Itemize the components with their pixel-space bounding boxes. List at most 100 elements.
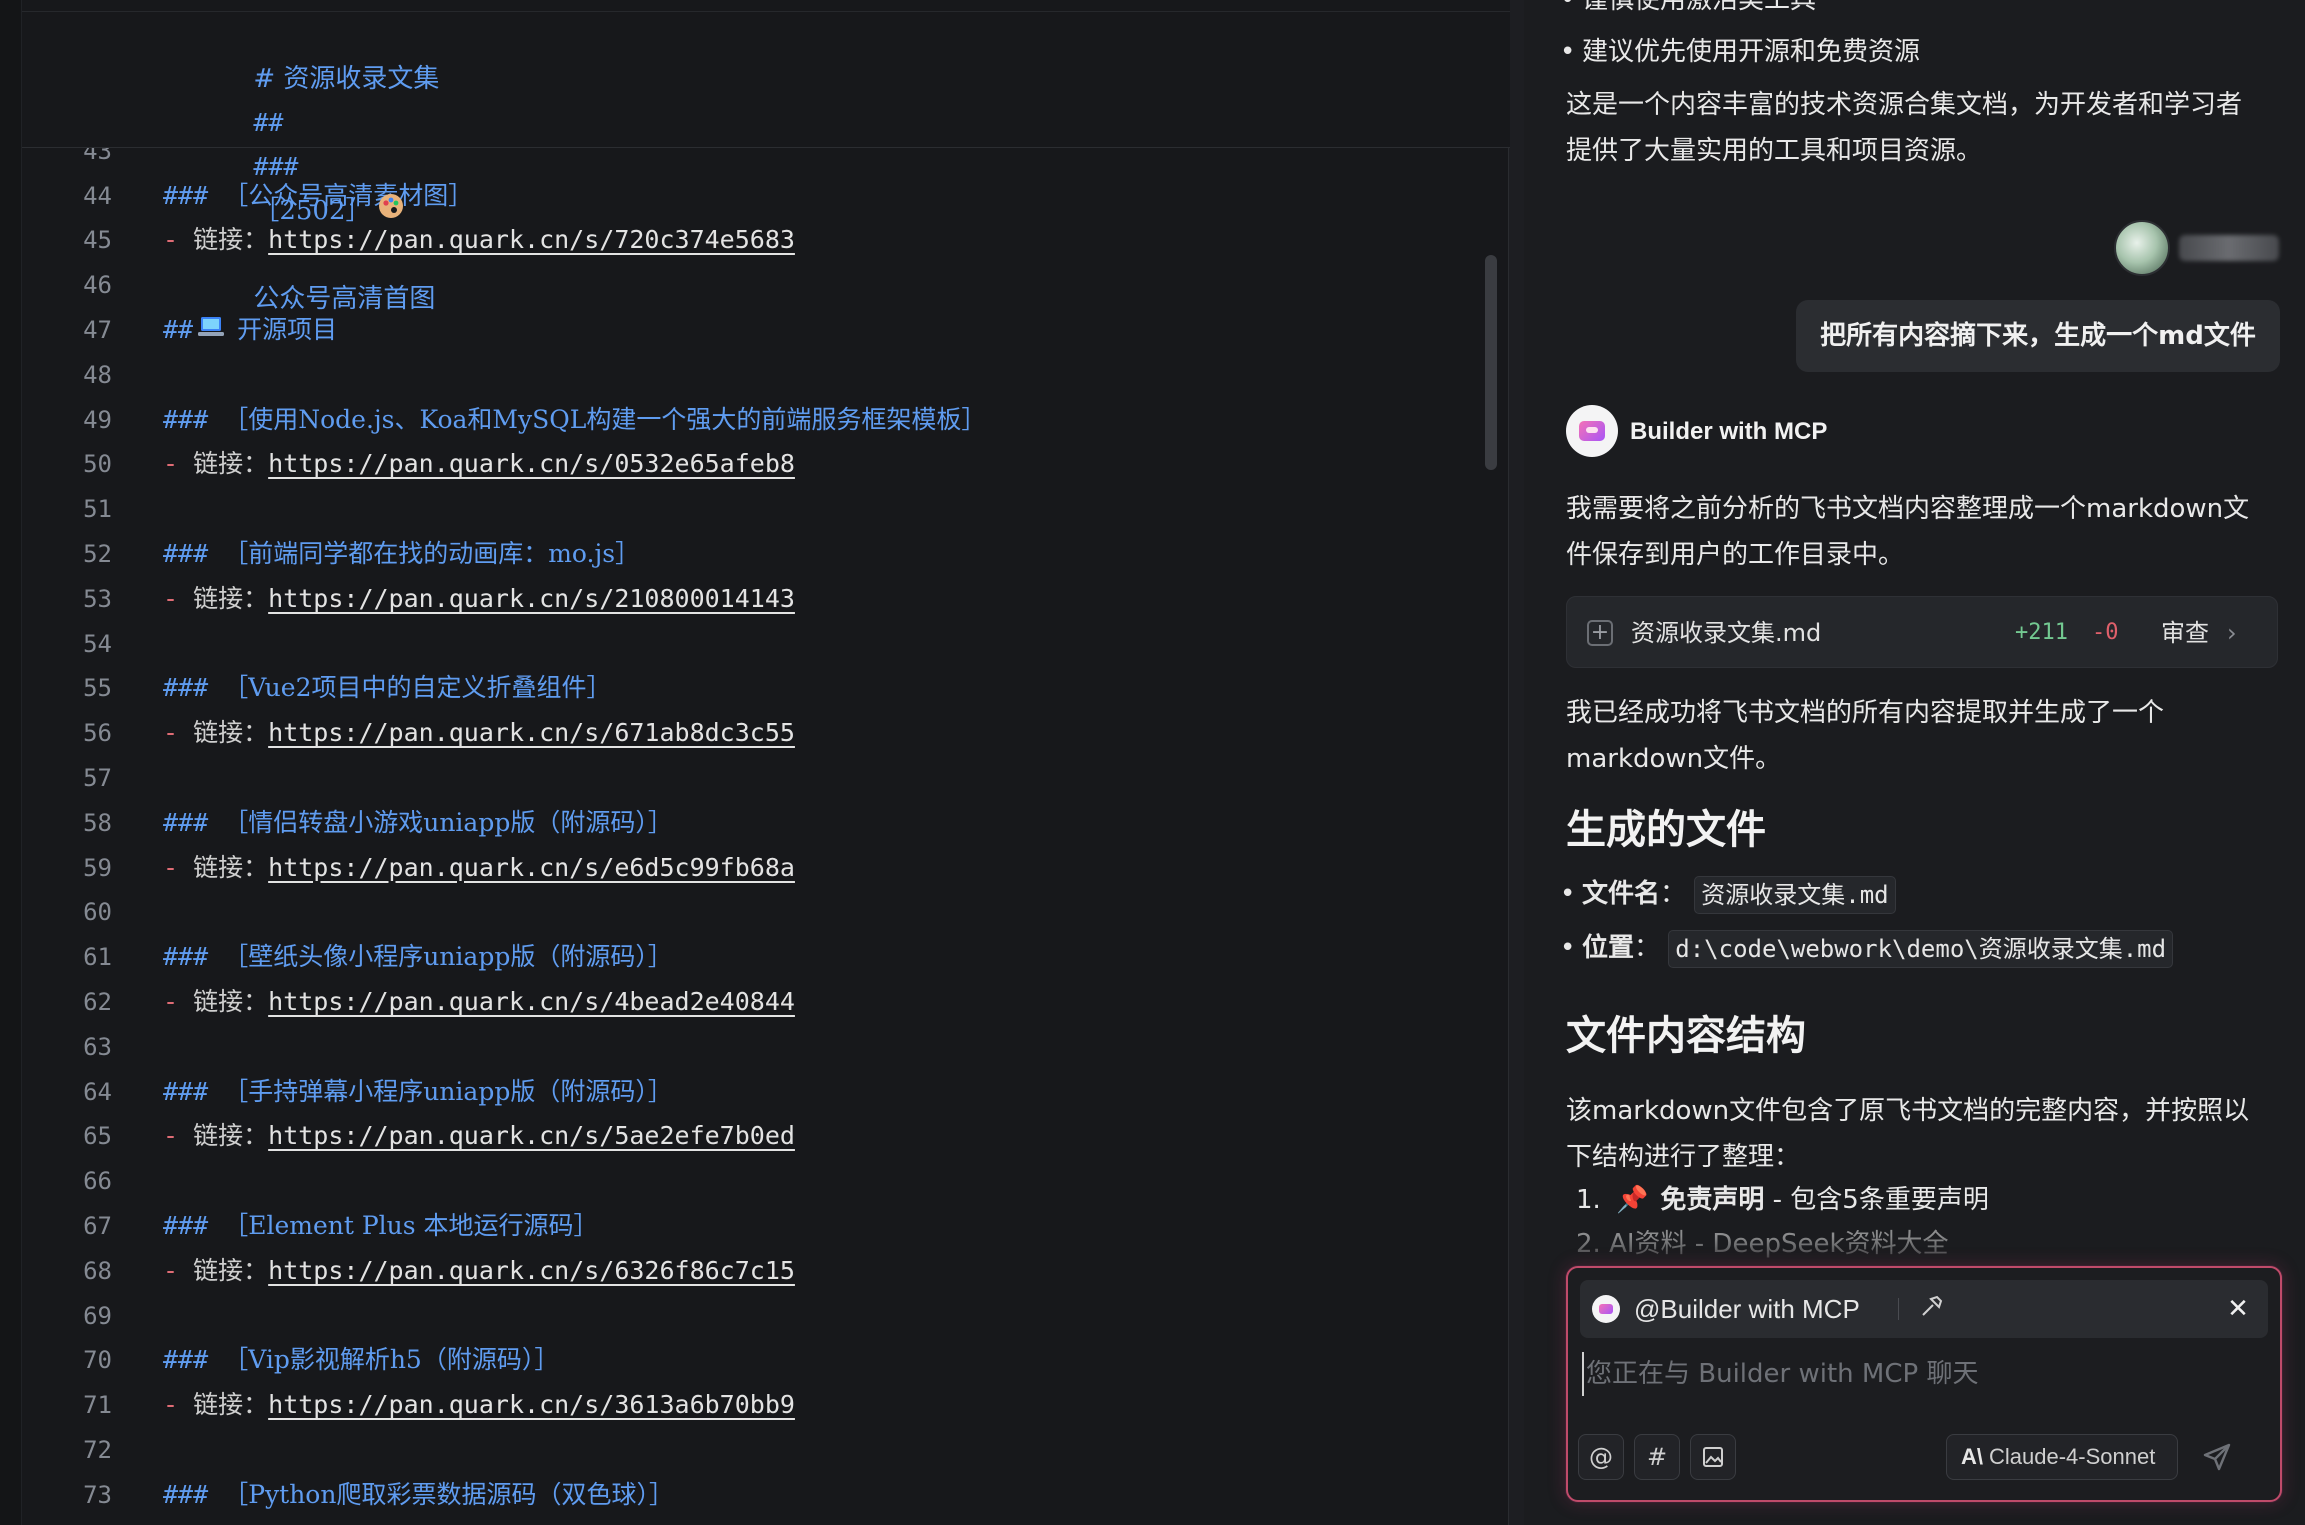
heading-3-line: ### ［壁纸头像小程序uniapp版（附源码）］ [163, 935, 673, 979]
markdown-editor[interactable]: 42- 链接：https://pan.quark.cn/s/8c87ce5c62… [0, 0, 1510, 1525]
heading-3-line: ### ［前端同学都在找的动画库：mo.js］ [163, 532, 640, 576]
image-icon [1703, 1447, 1723, 1467]
link-url[interactable]: https://pan.quark.cn/s/e6d5c99fb68a [268, 853, 795, 882]
code-line[interactable]: 50 - 链接：https://pan.quark.cn/s/0532e65afe… [22, 442, 1462, 486]
link-url[interactable]: https://pan.quark.cn/s/3613a6b70bb9 [268, 1390, 795, 1419]
link-label: 链接： [193, 1255, 269, 1285]
sticky-h1[interactable]: # 资源收录文集 [163, 13, 439, 94]
sticky-h2[interactable]: ## 公众号高清首图 [163, 57, 435, 314]
line-number: 47 [83, 316, 112, 344]
code-line[interactable]: 64 ### ［手持弹幕小程序uniapp版（附源码）］ [22, 1070, 1462, 1114]
send-button[interactable] [2194, 1434, 2240, 1480]
chat-message-input[interactable] [1582, 1352, 2262, 1396]
code-line[interactable]: 51 [22, 487, 1462, 531]
bot-mini-avatar [1592, 1295, 1620, 1323]
mention-bar[interactable]: @Builder with MCP ✕ [1580, 1280, 2268, 1338]
line-number: 49 [83, 405, 112, 434]
link-label: 链接： [193, 987, 269, 1016]
hammer-icon[interactable] [1916, 1293, 1948, 1325]
heading-text: ［情侣转盘小游戏uniapp版（附源码）］ [223, 807, 673, 837]
code-line[interactable]: 55 ### ［Vue2项目中的自定义折叠组件］ [22, 666, 1462, 710]
link-url[interactable]: https://pan.quark.cn/s/6326f86c7c15 [268, 1256, 795, 1285]
sticky-scroll-headers[interactable]: # 资源收录文集 ## 公众号高清首图 ### ［2502］ [22, 0, 1510, 314]
code-line[interactable]: 62 - 链接：https://pan.quark.cn/s/4bead2e408… [22, 980, 1462, 1024]
line-number: 65 [83, 1122, 112, 1151]
heading-3-line: ### ［情侣转盘小游戏uniapp版（附源码）］ [163, 801, 673, 845]
link-url[interactable]: https://pan.quark.cn/s/671ab8dc3c55 [268, 718, 795, 747]
list-dash: - [163, 583, 179, 613]
code-line[interactable]: 72 [22, 1428, 1462, 1472]
code-line[interactable]: 49 ### ［使用Node.js、Koa和MySQL构建一个强大的前端服务框架模… [22, 398, 1462, 442]
list-item-text: 谨慎使用激活类工具 [1582, 0, 1817, 15]
line-number: 51 [83, 495, 112, 524]
code-line[interactable]: 61 ### ［壁纸头像小程序uniapp版（附源码）］ [22, 935, 1462, 979]
link-label: 链接： [193, 583, 269, 613]
review-button[interactable]: 审查 [2161, 597, 2209, 669]
link-url[interactable]: https://pan.quark.cn/s/5ae2efe7b0ed [268, 1121, 795, 1150]
line-number: 60 [83, 898, 112, 927]
mention-label: @Builder with MCP [1634, 1294, 1860, 1324]
link-line: - 链接：https://pan.quark.cn/s/3613a6b70bb9 [163, 1383, 795, 1427]
code-line[interactable]: 56 - 链接：https://pan.quark.cn/s/671ab8dc3c… [22, 711, 1462, 755]
code-line[interactable]: 63 [22, 1025, 1462, 1069]
pushpin-icon: 📌 [1616, 1185, 1649, 1215]
line-number: 61 [83, 943, 112, 972]
hash-icon: # [1646, 1443, 1668, 1471]
heading-prefix: ### [163, 942, 209, 972]
code-line[interactable]: 59 - 链接：https://pan.quark.cn/s/e6d5c99fb6… [22, 846, 1462, 890]
code-line[interactable]: 71 - 链接：https://pan.quark.cn/s/3613a6b70b… [22, 1383, 1462, 1427]
list-dash: - [163, 852, 179, 882]
link-url[interactable]: https://pan.quark.cn/s/210800014143 [268, 584, 795, 613]
list-item-filename: 文件名： 资源收录文集.md [1560, 872, 1896, 916]
line-number: 63 [83, 1032, 112, 1061]
heading-text: ［壁纸头像小程序uniapp版（附源码）］ [223, 942, 673, 972]
line-number: 69 [83, 1301, 112, 1330]
line-number: 67 [83, 1212, 112, 1240]
code-line[interactable]: 65 - 链接：https://pan.quark.cn/s/5ae2efe7b0… [22, 1114, 1462, 1158]
anthropic-icon: A\ [1961, 1444, 1983, 1469]
heading-text: ［使用Node.js、Koa和MySQL构建一个强大的前端服务框架模板］ [223, 404, 987, 434]
code-line[interactable]: 54 [22, 622, 1462, 666]
code-line[interactable]: 67 ### ［Element Plus 本地运行源码］ [22, 1204, 1462, 1248]
mention-at-button[interactable]: @ [1578, 1434, 1624, 1480]
lines-removed: -0 [2092, 620, 2119, 645]
link-url[interactable]: https://pan.quark.cn/s/4bead2e40844 [268, 987, 795, 1016]
heading-text: ［手持弹幕小程序uniapp版（附源码）］ [223, 1076, 673, 1106]
editor-scrollbar-thumb[interactable] [1485, 255, 1497, 470]
heading-prefix: ### [163, 539, 209, 568]
list-item: 建议优先使用开源和免费资源 [1560, 30, 1921, 74]
file-card-name: 资源收录文集.md [1631, 619, 1822, 647]
link-line: - 链接：https://pan.quark.cn/s/0532e65afeb8 [163, 442, 795, 486]
list-item-text: 建议优先使用开源和免费资源 [1582, 37, 1921, 67]
code-line[interactable]: 57 [22, 756, 1462, 800]
line-number: 45 [83, 226, 112, 255]
hash-button[interactable]: # [1634, 1434, 1680, 1480]
code-line[interactable]: 58 ### ［情侣转盘小游戏uniapp版（附源码）］ [22, 801, 1462, 845]
code-line[interactable]: 66 [22, 1159, 1462, 1203]
list-dash: - [163, 987, 179, 1016]
line-number: 73 [83, 1480, 112, 1509]
code-line[interactable]: 52 ### ［前端同学都在找的动画库：mo.js］ [22, 532, 1462, 576]
code-line[interactable]: 69 [22, 1294, 1462, 1338]
code-line[interactable]: 53 - 链接：https://pan.quark.cn/s/2108000141… [22, 577, 1462, 621]
heading-3-line: ### ［手持弹幕小程序uniapp版（附源码）］ [163, 1070, 673, 1114]
code-line[interactable]: 73 ### ［Python爬取彩票数据源码（双色球）］ [22, 1473, 1462, 1517]
code-line[interactable]: 70 ### ［Vip影视解析h5（附源码）］ [22, 1338, 1462, 1382]
sticky-h3[interactable]: ### ［2502］ [163, 101, 371, 226]
panel-splitter[interactable] [1508, 0, 1524, 1525]
model-selector[interactable]: A\ Claude-4-Sonnet [1946, 1434, 2178, 1480]
list-item-location: 位置： d:\code\webwork\demo\资源收录文集.md [1560, 926, 2174, 970]
chat-input-box[interactable]: @Builder with MCP ✕ @ # A\Claude-4-Sonne… [1566, 1266, 2282, 1502]
lines-added: +211 [2015, 620, 2068, 645]
file-change-card[interactable]: + 资源收录文集.md +211 -0 审查 › [1566, 596, 2278, 668]
code-line[interactable]: 60 [22, 890, 1462, 934]
code-line[interactable]: 68 - 链接：https://pan.quark.cn/s/6326f86c7c… [22, 1249, 1462, 1293]
line-number: 64 [83, 1077, 112, 1106]
close-icon[interactable]: ✕ [2222, 1293, 2254, 1325]
code-line[interactable]: 48 [22, 353, 1462, 397]
image-upload-button[interactable] [1690, 1434, 1736, 1480]
line-number: 59 [83, 853, 112, 882]
link-url[interactable]: https://pan.quark.cn/s/0532e65afeb8 [268, 449, 795, 478]
link-line: - 链接：https://pan.quark.cn/s/e6d5c99fb68a [163, 846, 795, 890]
line-number: 52 [83, 540, 112, 568]
